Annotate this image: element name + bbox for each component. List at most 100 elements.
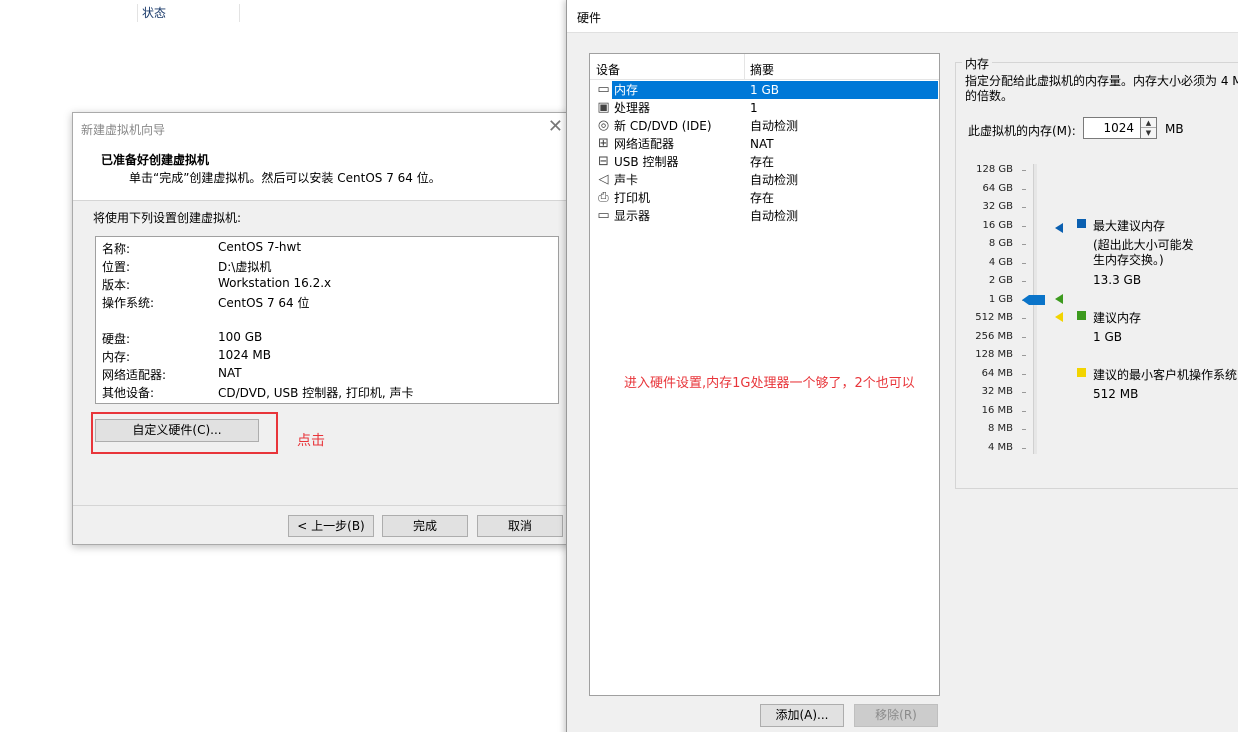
memory-scale-label: 2 GB xyxy=(988,275,1013,286)
hardware-dialog: 硬件 设备 摘要 ▭ 内存 1 GB ▣ 处理器 1 ◎ 新 CD/DVD (IDE) 自动检测… xyxy=(566,0,1238,732)
wizard-titlebar: 新建虚拟机向导 ✕ xyxy=(73,113,571,143)
memory-scale-label: 16 GB xyxy=(982,219,1013,231)
footer-divider xyxy=(73,505,571,506)
processor-icon: ▣ xyxy=(597,100,610,115)
summary-row: 位置: D:\虚拟机 xyxy=(102,258,552,276)
summary-row: 其他设备: CD/DVD, USB 控制器, 打印机, 声卡 xyxy=(102,384,552,402)
memory-scale-label: 256 MB xyxy=(975,330,1013,342)
max-recommended-value: 13.3 GB xyxy=(1093,273,1142,287)
summary-key: 其他设备: xyxy=(102,386,155,400)
memory-slider-thumb[interactable] xyxy=(1029,295,1045,305)
column-device[interactable]: 设备 xyxy=(596,61,620,78)
device-summary: 1 xyxy=(750,101,758,115)
memory-scale-tick xyxy=(1022,429,1026,430)
memory-scale-label: 512 MB xyxy=(975,312,1013,323)
settings-summary: 名称: CentOS 7-hwt 位置: D:\虚拟机 版本: Workstation 1… xyxy=(95,236,559,404)
hardware-titlebar: 硬件 xyxy=(567,0,1238,33)
customize-hardware-button[interactable]: 自定义硬件(C)... xyxy=(95,419,259,442)
device-row[interactable]: ▭ 显示器 自动检测 xyxy=(590,207,939,225)
memory-scale-tick xyxy=(1022,207,1026,208)
finish-button[interactable]: 完成 xyxy=(382,515,468,537)
sound-card-icon: ◁ xyxy=(598,172,609,187)
memory-slider-thumb-tip[interactable] xyxy=(1022,295,1029,305)
summary-value: NAT xyxy=(218,366,242,380)
device-row[interactable]: ▭ 内存 1 GB xyxy=(590,81,939,99)
memory-scale-label: 32 MB xyxy=(981,386,1013,397)
memory-scale-tick xyxy=(1022,170,1026,171)
column-summary[interactable]: 摘要 xyxy=(750,61,774,78)
memory-stepper[interactable]: ▲ ▼ xyxy=(1141,117,1157,139)
memory-input[interactable]: 1024 xyxy=(1083,117,1141,139)
min-guest-title: 建议的最小客户机操作系统 xyxy=(1093,368,1238,382)
recommended-swatch xyxy=(1077,311,1086,320)
usb-controller-icon: ⊟ xyxy=(598,154,609,169)
wizard-banner: 已准备好创建虚拟机 单击“完成”创建虚拟机。然后可以安装 CentOS 7 64… xyxy=(73,143,571,201)
device-name: 显示器 xyxy=(614,209,651,223)
device-summary: NAT xyxy=(750,137,774,151)
memory-scale-tick xyxy=(1022,244,1026,245)
memory-scale-tick xyxy=(1022,225,1026,227)
memory-slider-track[interactable] xyxy=(1033,164,1037,454)
spin-down-icon[interactable]: ▼ xyxy=(1141,128,1156,138)
max-recommended-title: 最大建议内存 xyxy=(1093,219,1166,233)
device-row[interactable]: ⊞ 网络适配器 NAT xyxy=(590,135,939,153)
cancel-button[interactable]: 取消 xyxy=(477,515,563,537)
network-adapter-icon: ⊞ xyxy=(598,136,609,151)
memory-scale-tick xyxy=(1022,336,1026,338)
spin-up-icon[interactable]: ▲ xyxy=(1141,118,1156,128)
memory-field-label: 此虚拟机的内存(M): xyxy=(968,124,1076,138)
printer-icon: ⎙ xyxy=(598,190,609,205)
memory-scale-label: 32 GB xyxy=(982,201,1013,212)
column-separator xyxy=(137,4,138,22)
summary-value: CD/DVD, USB 控制器, 打印机, 声卡 xyxy=(218,386,414,400)
device-row[interactable]: ◁ 声卡 自动检测 xyxy=(590,171,939,189)
recommended-marker-icon xyxy=(1055,294,1063,304)
device-row[interactable]: ⊟ USB 控制器 存在 xyxy=(590,153,939,171)
wizard-title: 新建虚拟机向导 xyxy=(81,123,166,137)
min-guest-value: 512 MB xyxy=(1093,387,1139,401)
device-name: 新 CD/DVD (IDE) xyxy=(614,119,712,133)
summary-key: 名称: xyxy=(102,242,131,256)
memory-scale-tick xyxy=(1022,373,1026,375)
summary-row: 网络适配器: NAT xyxy=(102,366,552,384)
summary-key: 硬盘: xyxy=(102,332,131,346)
memory-scale-tick xyxy=(1022,281,1026,282)
summary-row: 名称: CentOS 7-hwt xyxy=(102,240,552,258)
remove-device-button[interactable]: 移除(R) xyxy=(854,704,938,727)
device-row[interactable]: ⎙ 打印机 存在 xyxy=(590,189,939,207)
summary-key: 操作系统: xyxy=(102,296,155,310)
memory-scale-tick xyxy=(1022,410,1026,412)
column-status[interactable]: 状态 xyxy=(142,4,166,21)
memory-scale-tick xyxy=(1022,355,1026,356)
back-button[interactable]: < 上一步(B) xyxy=(288,515,374,537)
memory-scale-label: 16 MB xyxy=(981,404,1013,416)
memory-description: 指定分配给此虚拟机的内存量。内存大小必须为 4 M 的倍数。 xyxy=(965,74,1238,103)
device-row[interactable]: ▣ 处理器 1 xyxy=(590,99,939,117)
memory-scale-tick xyxy=(1022,447,1026,449)
cd-dvd-icon: ◎ xyxy=(597,118,610,133)
summary-row: 内存: 1024 MB xyxy=(102,348,552,366)
close-icon[interactable]: ✕ xyxy=(548,117,563,137)
display-icon: ▭ xyxy=(597,208,610,223)
memory-scale-label: 8 MB xyxy=(987,423,1013,434)
memory-scale-tick xyxy=(1022,262,1026,264)
device-row[interactable]: ◎ 新 CD/DVD (IDE) 自动检测 xyxy=(590,117,939,135)
device-summary: 存在 xyxy=(750,191,775,205)
min-guest-marker-icon xyxy=(1055,312,1063,322)
device-summary: 1 GB xyxy=(745,81,938,99)
recommended-value: 1 GB xyxy=(1093,330,1122,344)
min-guest-swatch xyxy=(1077,368,1086,377)
memory-scale-label: 4 MB xyxy=(987,441,1013,453)
summary-value: 1024 MB xyxy=(218,348,271,362)
wizard-subheading: 单击“完成”创建虚拟机。然后可以安装 CentOS 7 64 位。 xyxy=(129,171,441,185)
summary-key: 位置: xyxy=(102,260,131,274)
column-separator xyxy=(239,4,240,22)
device-name: 网络适配器 xyxy=(614,137,675,151)
memory-scale-label: 64 GB xyxy=(982,182,1013,194)
device-summary: 存在 xyxy=(750,155,775,169)
column-separator xyxy=(744,54,745,80)
device-name: 处理器 xyxy=(614,101,651,115)
add-device-button[interactable]: 添加(A)... xyxy=(760,704,844,727)
device-name: 内存 xyxy=(612,81,750,99)
memory-scale-label: 128 GB xyxy=(976,164,1013,175)
